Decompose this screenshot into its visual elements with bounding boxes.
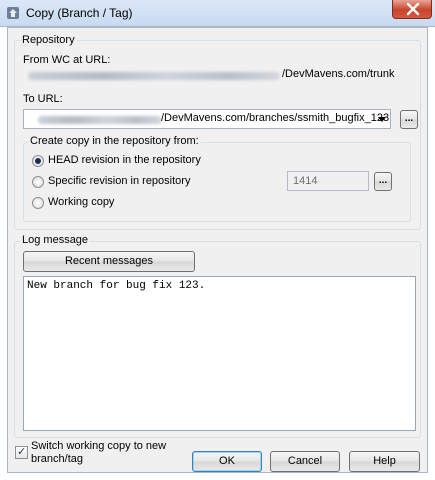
specific-revision-radio[interactable] bbox=[32, 176, 44, 188]
cancel-button[interactable]: Cancel bbox=[270, 451, 340, 472]
from-url-redacted bbox=[28, 72, 280, 80]
switch-working-copy-checkbox[interactable]: ✓ bbox=[15, 446, 28, 459]
to-url-value: /DevMavens.com/branches/ssmith_bugfix_12… bbox=[161, 112, 390, 124]
log-message-group-label: Log message bbox=[20, 234, 91, 246]
head-revision-radio[interactable] bbox=[32, 155, 44, 167]
working-copy-label[interactable]: Working copy bbox=[48, 196, 114, 208]
to-url-redacted bbox=[38, 116, 162, 124]
dialog-client-area: Repository From WC at URL: /DevMavens.co… bbox=[7, 27, 428, 473]
to-url-browse-button[interactable]: ... bbox=[400, 110, 418, 129]
copy-dialog-window: Copy (Branch / Tag) Repository From WC a… bbox=[0, 0, 435, 480]
window-title: Copy (Branch / Tag) bbox=[26, 6, 133, 20]
help-button[interactable]: Help bbox=[349, 451, 420, 472]
to-url-label: To URL: bbox=[23, 93, 63, 105]
head-revision-label[interactable]: HEAD revision in the repository bbox=[48, 154, 201, 166]
tortoisesvn-copy-icon bbox=[7, 7, 19, 19]
checkmark-icon: ✓ bbox=[17, 446, 27, 458]
close-button[interactable] bbox=[392, 0, 432, 19]
from-url-value: /DevMavens.com/trunk bbox=[282, 68, 395, 80]
switch-working-copy-label-line2[interactable]: branch/tag bbox=[31, 453, 83, 465]
chevron-down-icon[interactable] bbox=[378, 117, 386, 122]
revision-browse-button[interactable]: ... bbox=[374, 172, 392, 191]
working-copy-radio[interactable] bbox=[32, 197, 44, 209]
specific-revision-label[interactable]: Specific revision in repository bbox=[48, 175, 190, 187]
revision-number-field[interactable]: 1414 bbox=[287, 171, 369, 191]
recent-messages-button[interactable]: Recent messages bbox=[23, 251, 195, 272]
from-url-label: From WC at URL: bbox=[23, 54, 111, 66]
title-bar: Copy (Branch / Tag) bbox=[0, 0, 435, 27]
copy-from-group-label: Create copy in the repository from: bbox=[28, 135, 201, 147]
log-message-textarea[interactable]: New branch for bug fix 123. bbox=[23, 276, 416, 431]
close-icon bbox=[406, 2, 420, 16]
to-url-combobox[interactable]: /DevMavens.com/branches/ssmith_bugfix_12… bbox=[23, 109, 391, 129]
log-message-text: New branch for bug fix 123. bbox=[27, 280, 206, 292]
switch-working-copy-label-line1[interactable]: Switch working copy to new bbox=[31, 440, 166, 452]
ok-button[interactable]: OK bbox=[192, 451, 262, 472]
repository-group-label: Repository bbox=[20, 34, 77, 46]
